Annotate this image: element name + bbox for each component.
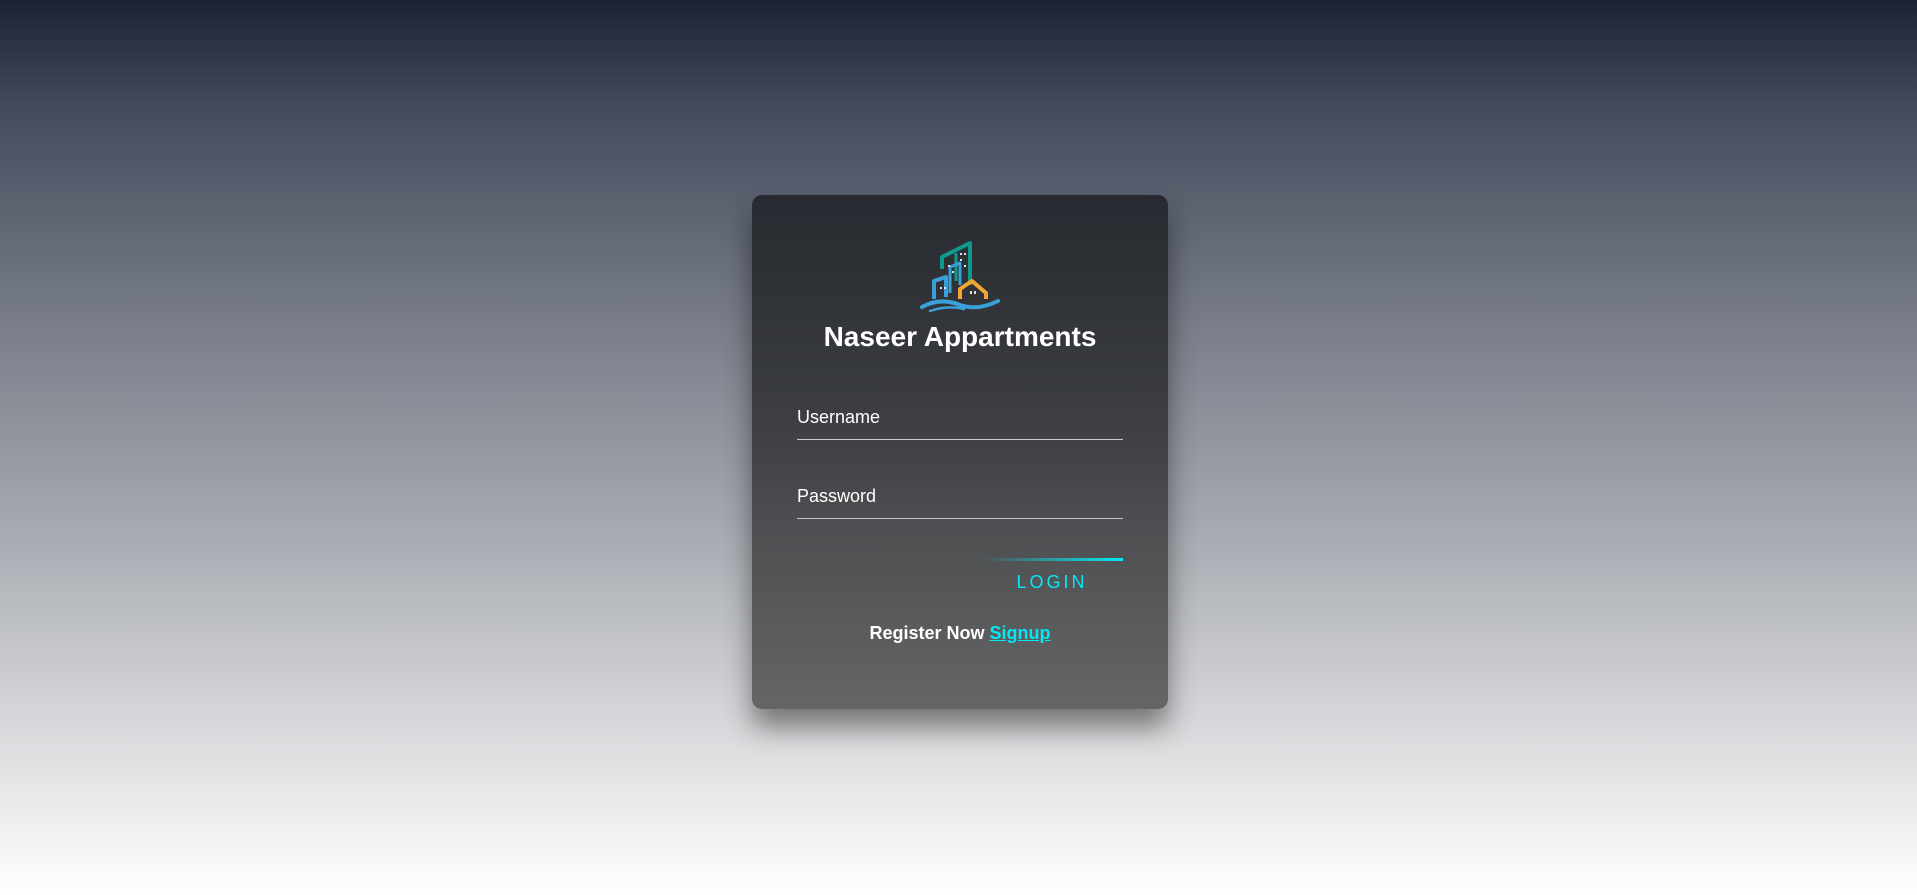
register-text: Register Now <box>869 623 985 643</box>
password-field-wrapper <box>797 474 1123 519</box>
app-title: Naseer Appartments <box>823 321 1097 352</box>
signup-link[interactable]: Signup <box>990 623 1051 643</box>
login-card: Naseer Appartments LOGIN Register Now Si… <box>752 195 1168 709</box>
password-input[interactable] <box>797 474 1123 518</box>
building-logo-icon <box>920 241 1000 313</box>
login-button[interactable]: LOGIN <box>992 567 1112 597</box>
username-field-wrapper <box>797 395 1123 440</box>
login-button-glow-line <box>983 558 1123 561</box>
register-row: Register Now Signup <box>752 623 1168 644</box>
username-input[interactable] <box>797 395 1123 439</box>
